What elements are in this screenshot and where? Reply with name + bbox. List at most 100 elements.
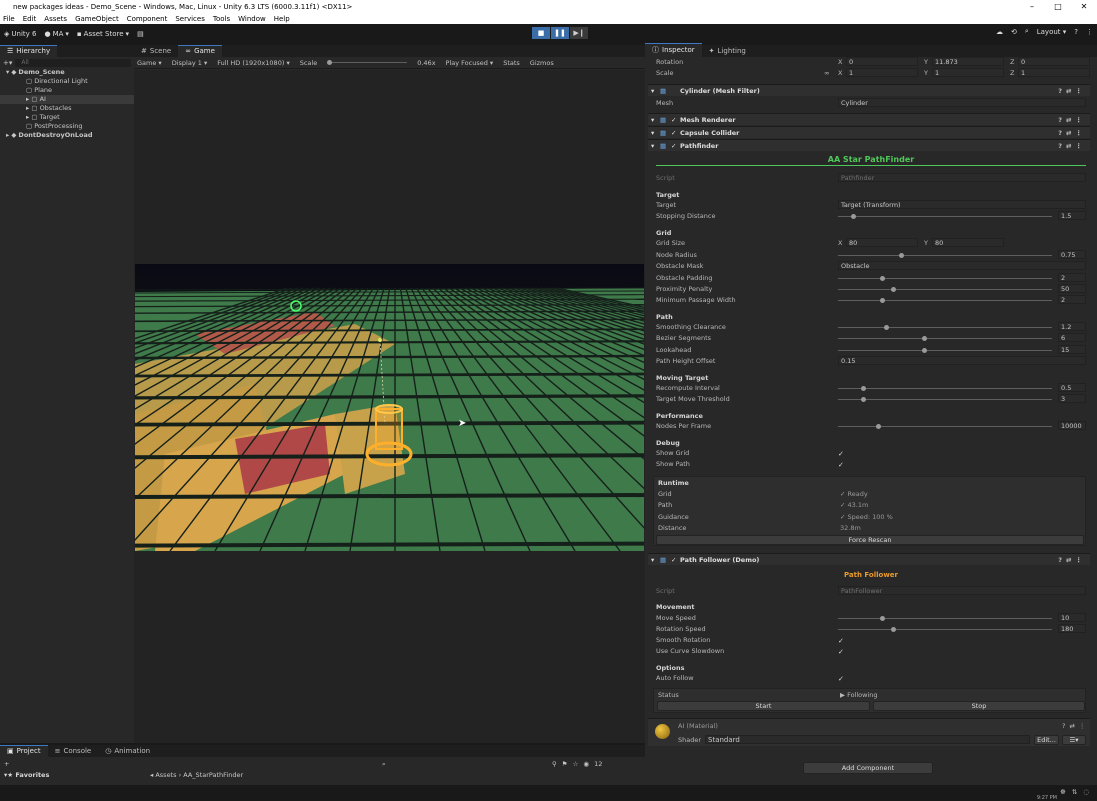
slider-handle[interactable] (922, 347, 927, 353)
tab-game[interactable]: ∞ Game (178, 45, 222, 57)
favorites-item[interactable]: ▾★ Favorites (4, 771, 49, 779)
maximize-button[interactable]: □ (1045, 0, 1071, 13)
shader-list-icon[interactable]: ☰▾ (1062, 735, 1086, 745)
breadcrumb-assets[interactable]: Assets (155, 771, 176, 779)
minimize-button[interactable]: – (1019, 0, 1045, 13)
path-follower-header[interactable]: ▾ ▦ ✓ Path Follower (Demo)? ⇄ ⋮ (648, 553, 1090, 565)
enable-checkbox[interactable]: ✓ (671, 140, 676, 152)
tab-scene[interactable]: # Scene (134, 46, 178, 57)
value-field[interactable]: 1.2 (1058, 322, 1086, 331)
close-button[interactable]: ✕ (1071, 0, 1097, 13)
menu-window[interactable]: Window (238, 15, 266, 23)
hierarchy-item[interactable]: ▢ Directional Light (0, 77, 134, 86)
menu-tools[interactable]: Tools (213, 15, 230, 23)
help-icon[interactable]: ? (1074, 28, 1078, 36)
slider-handle[interactable] (898, 253, 904, 258)
hierarchy-item[interactable]: ▸ ◆ DontDestroyOnLoad (0, 131, 134, 140)
tag-icon[interactable]: ⚑ (562, 760, 568, 768)
play-focused-dropdown[interactable]: Play Focused ▾ (446, 59, 494, 67)
menu-icon[interactable]: ⋮ (1086, 28, 1093, 36)
enable-checkbox[interactable]: ✓ (671, 127, 676, 139)
slider-handle[interactable] (875, 424, 881, 429)
value-field[interactable]: 2 (1058, 272, 1086, 282)
package-icon[interactable]: ▤ (133, 30, 148, 38)
force-rescan-button[interactable]: Force Rescan (656, 535, 1084, 545)
eye-icon[interactable]: ◉ (583, 760, 589, 768)
slider-handle[interactable] (922, 336, 927, 342)
tab-project[interactable]: ▣ Project (0, 745, 48, 757)
menu-assets[interactable]: Assets (44, 15, 67, 23)
obstacle-mask-dropdown[interactable]: Obstacle (838, 261, 1086, 271)
value-field[interactable]: 0.5 (1058, 383, 1086, 392)
slider-track[interactable] (838, 286, 1052, 292)
object-field[interactable]: 1 (846, 68, 918, 77)
help-icon[interactable]: ? (1058, 127, 1062, 139)
value-field[interactable]: 10 (1058, 613, 1086, 622)
preset-icon[interactable]: ⇄ (1066, 85, 1071, 97)
slider-handle[interactable] (880, 616, 885, 621)
menu-help[interactable]: Help (274, 15, 290, 23)
object-field[interactable]: 1 (932, 68, 1004, 77)
add-icon[interactable]: +▾ (3, 59, 12, 67)
tab-lighting[interactable]: ✦ Lighting (702, 46, 753, 57)
pathfinder-header[interactable]: ▾ ▦ ✓ Pathfinder? ⇄ ⋮ (648, 139, 1090, 151)
foldout-arrow-icon[interactable]: ▾ (651, 140, 654, 152)
slider-track[interactable] (838, 627, 1052, 632)
enable-checkbox[interactable]: ✓ (671, 554, 676, 566)
hierarchy-search-input[interactable]: All (15, 58, 131, 67)
slider-handle[interactable] (880, 275, 885, 281)
menu-edit[interactable]: Edit (23, 15, 37, 23)
kebab-icon[interactable]: ⋮ (1076, 554, 1083, 566)
add-component-button[interactable]: Add Component (803, 762, 933, 774)
tab-animation[interactable]: ◷ Animation (98, 746, 157, 757)
menu-services[interactable]: Services (175, 15, 205, 23)
hierarchy-item[interactable]: ▾ ◆ Demo_Scene (0, 68, 134, 77)
kebab-icon[interactable]: ⋮ (1076, 127, 1083, 139)
value-field[interactable]: 6 (1058, 333, 1086, 343)
history-icon[interactable]: ⟲ (1011, 28, 1017, 36)
preset-icon[interactable]: ⇄ (1066, 114, 1071, 126)
preset-icon[interactable]: ⇄ (1066, 127, 1071, 139)
slider-track[interactable] (838, 275, 1052, 281)
preset-icon[interactable]: ⇄ (1066, 554, 1071, 566)
slider-handle[interactable] (850, 214, 856, 219)
slider-track[interactable] (838, 298, 1052, 304)
slider-track[interactable] (838, 336, 1052, 342)
bug-icon[interactable]: ☸ (1060, 788, 1066, 796)
slider-handle[interactable] (861, 397, 867, 403)
object-field[interactable]: 0 (1018, 57, 1090, 66)
mesh-filter-header[interactable]: ▾ ▦ Cylinder (Mesh Filter)? ⇄ ⋮ (648, 84, 1090, 96)
slider-handle[interactable] (880, 298, 885, 304)
slider-track[interactable] (838, 325, 1052, 330)
progress-icon[interactable]: ◌ (1083, 788, 1089, 796)
foldout-arrow-icon[interactable]: ▾ (651, 85, 654, 97)
gizmos-button[interactable]: Gizmos (530, 59, 554, 67)
curve-slowdown-checkbox[interactable]: ✓ (838, 647, 844, 657)
display-dropdown[interactable]: Display 1 ▾ (172, 59, 208, 67)
game-viewport[interactable]: ➤ (134, 70, 645, 743)
slider-track[interactable] (838, 214, 1052, 219)
value-field[interactable]: 1.5 (1058, 211, 1086, 220)
slider-track[interactable] (838, 616, 1052, 621)
kebab-icon[interactable]: ⋮ (1079, 722, 1086, 730)
asset-store-button[interactable]: ▪ Asset Store ▾ (73, 30, 133, 38)
foldout-arrow-icon[interactable]: ▾ (651, 127, 654, 139)
help-icon[interactable]: ? (1058, 554, 1062, 566)
help-icon[interactable]: ? (1058, 140, 1062, 152)
object-field[interactable]: 80 (846, 238, 918, 247)
kebab-icon[interactable]: ⋮ (1076, 140, 1083, 152)
menu-file[interactable]: File (3, 15, 15, 23)
link-icon[interactable]: ∞ (824, 68, 829, 78)
scale-slider[interactable] (327, 60, 408, 65)
help-icon[interactable]: ? (1062, 722, 1065, 730)
account-button[interactable]: ● MA ▾ (40, 30, 72, 38)
menu-gameobject[interactable]: GameObject (75, 15, 119, 23)
preset-icon[interactable]: ⇄ (1066, 140, 1071, 152)
tab-console[interactable]: ≡ Console (48, 746, 99, 757)
shader-edit-button[interactable]: Edit... (1034, 735, 1059, 745)
slider-handle[interactable] (884, 325, 890, 330)
tab-inspector[interactable]: ⓘ Inspector (645, 43, 702, 57)
cloud-icon[interactable]: ☁ (996, 28, 1003, 36)
foldout-arrow-icon[interactable]: ▾ (651, 554, 654, 566)
shader-dropdown[interactable]: Standard (705, 735, 1030, 744)
